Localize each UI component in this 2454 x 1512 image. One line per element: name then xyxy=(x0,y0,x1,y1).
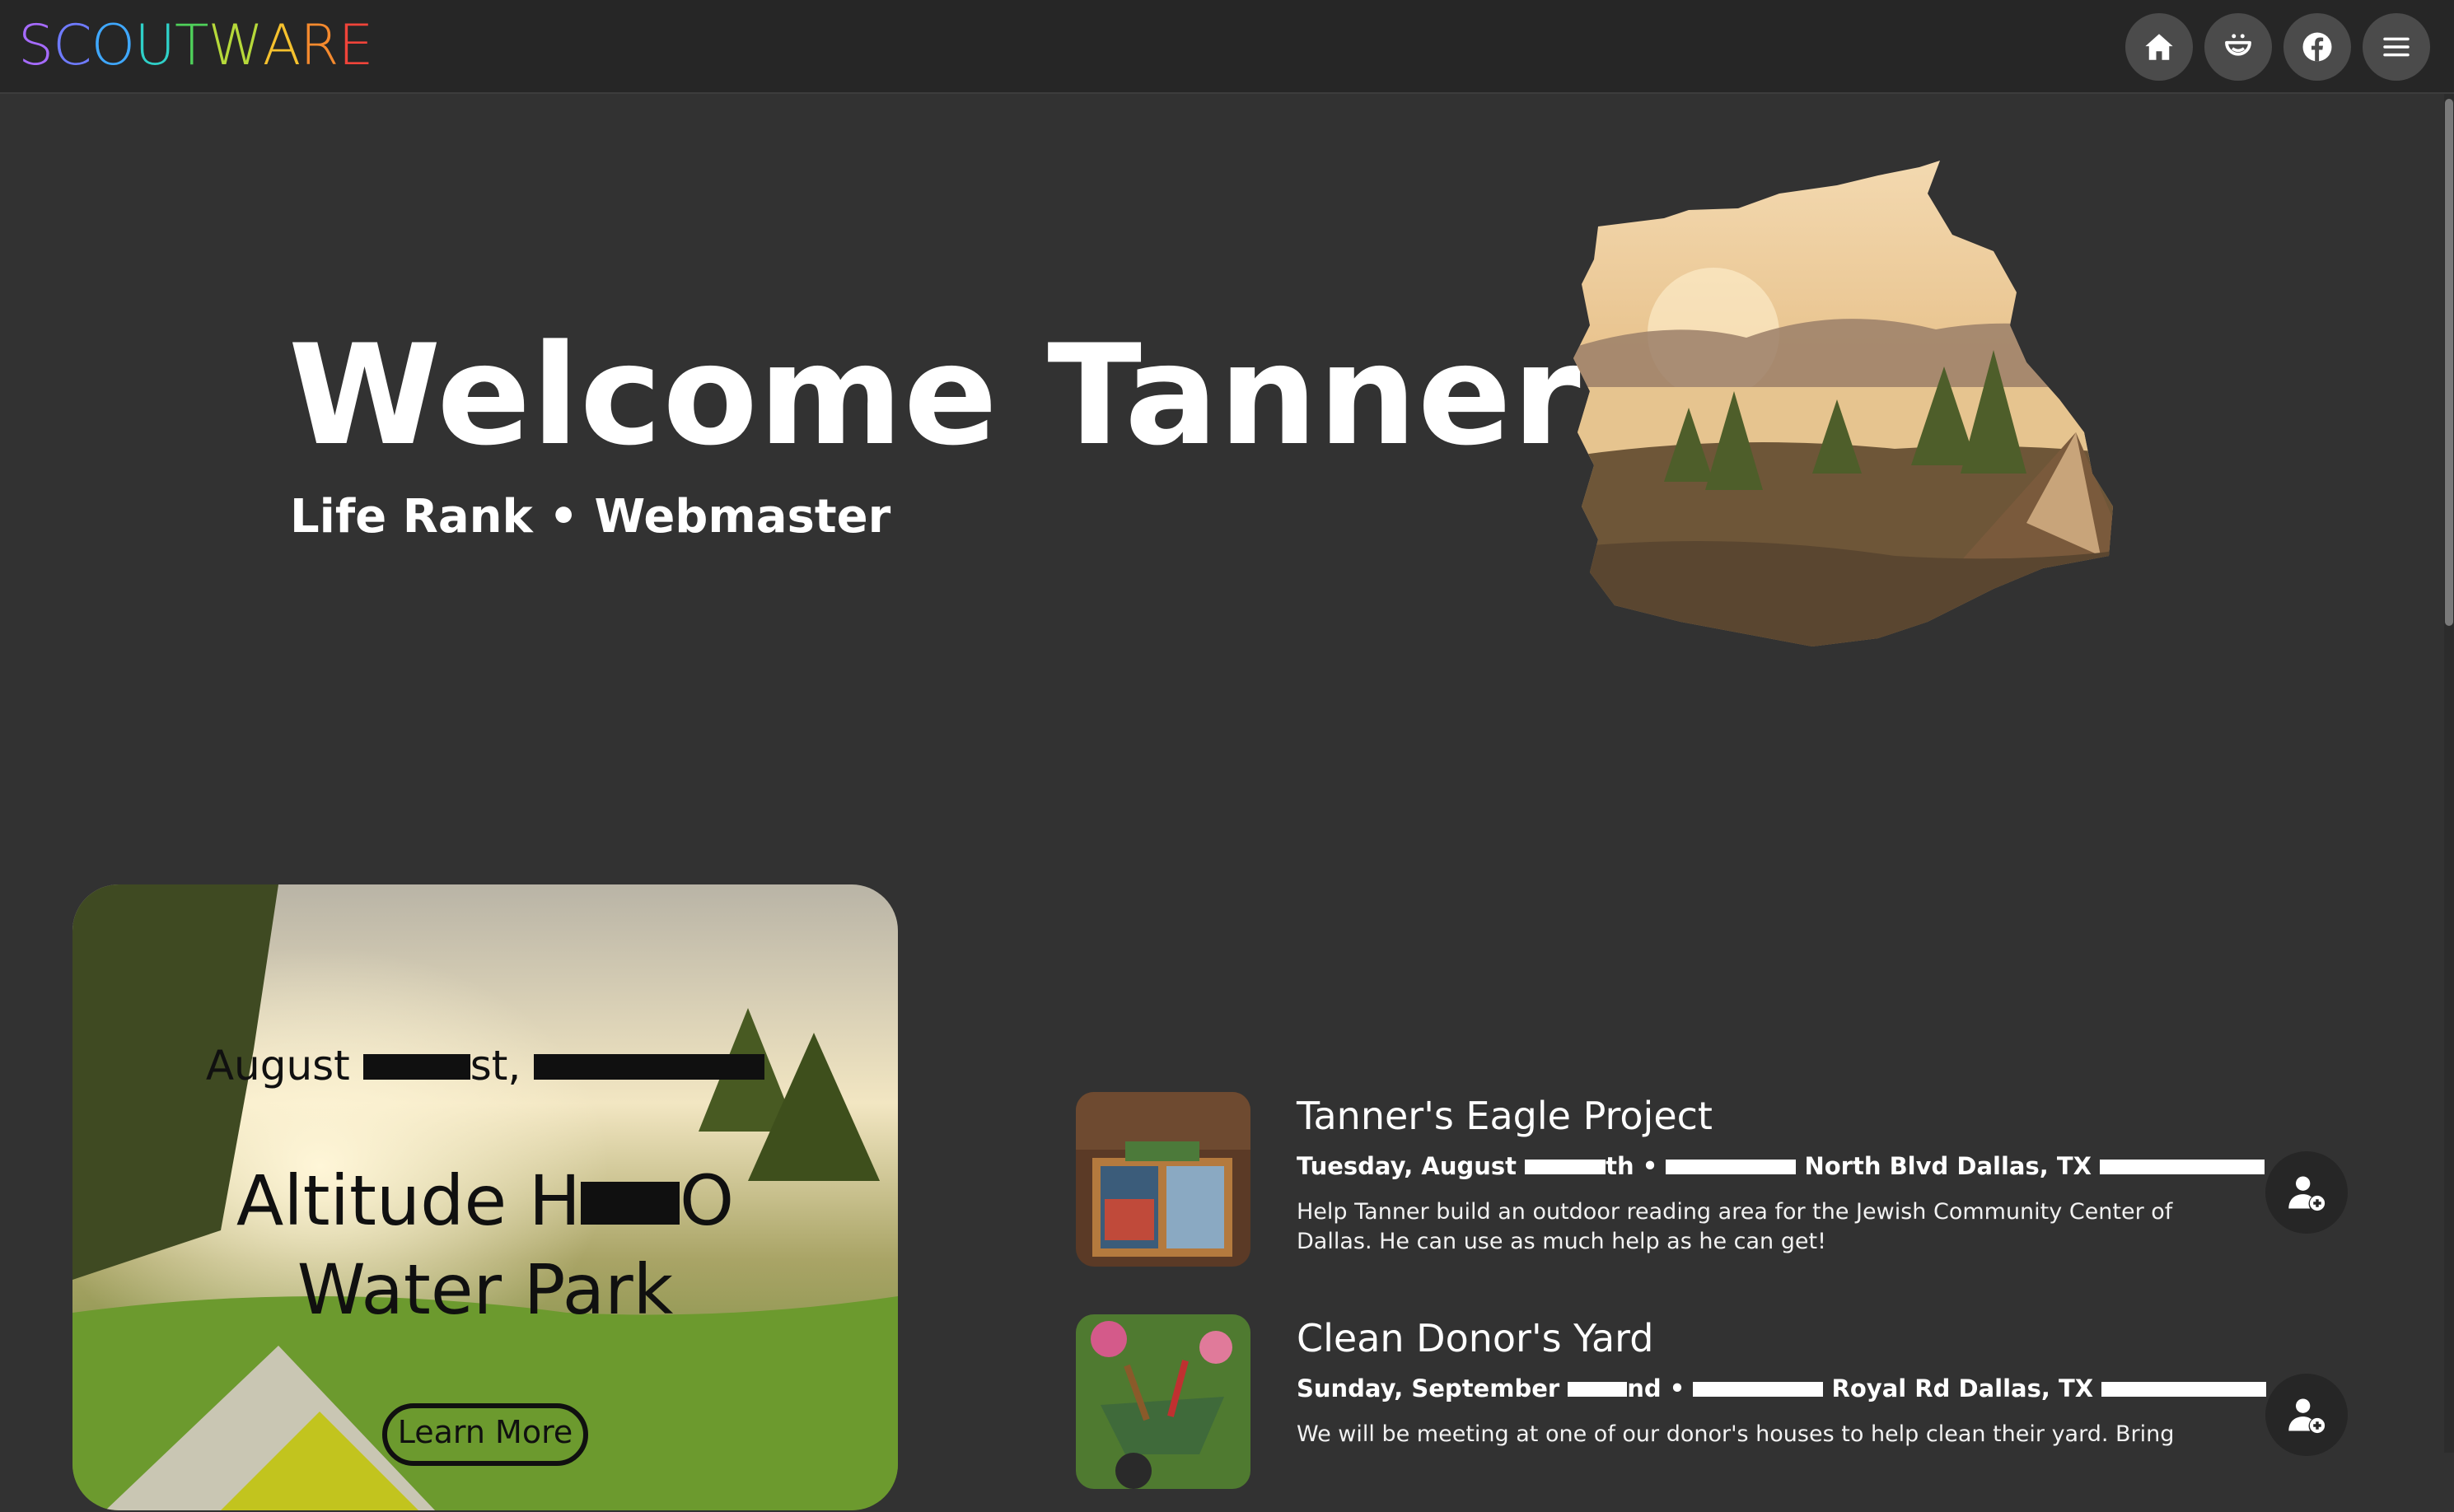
redacted-text xyxy=(581,1181,680,1225)
top-bar: SCOUTWARE xyxy=(0,0,2454,94)
logo-letter: U xyxy=(134,13,175,78)
home-icon xyxy=(2145,34,2173,60)
event-date-suffix: th • xyxy=(1606,1152,1658,1180)
role-label: Webmaster xyxy=(594,490,891,544)
featured-title: Altitude H O Water Park xyxy=(72,1156,898,1334)
featured-date-suffix: st, xyxy=(470,1042,521,1090)
add-user-icon xyxy=(2288,1398,2325,1434)
bookshelf-image xyxy=(1076,1092,1250,1267)
add-user-icon xyxy=(2288,1176,2325,1211)
add-user-button[interactable] xyxy=(2265,1151,2348,1234)
featured-date-month: August xyxy=(205,1042,350,1090)
redacted-text xyxy=(1525,1160,1606,1174)
menu-button[interactable] xyxy=(2363,13,2430,81)
event-description: We will be meeting at one of our donor's… xyxy=(1297,1421,2175,1447)
wheelbarrow-image xyxy=(1076,1314,1250,1489)
event-description: Help Tanner build an outdoor reading are… xyxy=(1297,1199,2173,1254)
event-title[interactable]: Clean Donor's Yard xyxy=(1297,1314,1653,1362)
featured-date: August st, xyxy=(72,1041,898,1090)
home-button[interactable] xyxy=(2125,13,2193,81)
event-meta: Sunday, September nd • Royal Rd Dallas, … xyxy=(1297,1372,2267,1405)
welcome-heading: Welcome Tanner xyxy=(288,315,1582,476)
menu-icon xyxy=(2383,37,2410,57)
smile-icon xyxy=(2225,34,2251,56)
redacted-text xyxy=(362,1054,470,1080)
logo-letter: R xyxy=(300,13,339,78)
featured-event-card[interactable]: August st, Altitude H O Water Park Learn … xyxy=(72,884,898,1510)
event-location: Royal Rd Dallas, TX xyxy=(1831,1374,2094,1402)
facebook-icon xyxy=(2302,32,2332,62)
event-date-suffix: nd • xyxy=(1627,1374,1685,1402)
event-thumbnail xyxy=(1076,1314,1250,1489)
featured-title-line2: Water Park xyxy=(297,1249,674,1330)
event-item[interactable]: Clean Donor's Yard Sunday, September nd … xyxy=(1076,1314,2361,1512)
rank-label: Life Rank xyxy=(290,490,533,544)
smile-button[interactable] xyxy=(2204,13,2272,81)
redacted-text xyxy=(2101,1382,2267,1397)
logo-letter: E xyxy=(338,13,374,78)
redacted-text xyxy=(2100,1160,2265,1174)
separator-dot: • xyxy=(549,490,579,544)
logo-letter: W xyxy=(208,13,264,78)
logo-letter: T xyxy=(174,13,209,78)
event-thumbnail xyxy=(1076,1092,1250,1267)
featured-title-part: O xyxy=(680,1160,735,1241)
learn-more-button[interactable]: Learn More xyxy=(382,1403,588,1466)
event-date: Tuesday, August xyxy=(1297,1152,1517,1180)
logo-letter: S xyxy=(18,13,54,78)
event-item[interactable]: Tanner's Eagle Project Tuesday, August t… xyxy=(1076,1092,2361,1290)
scoutware-logo[interactable]: SCOUTWARE xyxy=(18,13,374,78)
facebook-button[interactable] xyxy=(2283,13,2351,81)
add-user-button[interactable] xyxy=(2265,1374,2348,1456)
redacted-text xyxy=(534,1054,765,1080)
featured-title-part: Altitude H xyxy=(236,1160,581,1241)
redacted-text xyxy=(1666,1160,1797,1174)
event-date: Sunday, September xyxy=(1297,1374,1560,1402)
rank-subtitle: Life Rank • Webmaster xyxy=(290,488,890,546)
scrollbar-thumb[interactable] xyxy=(2445,99,2453,626)
event-location: North Blvd Dallas, TX xyxy=(1804,1152,2092,1180)
event-meta: Tuesday, August th • North Blvd Dallas, … xyxy=(1297,1150,2265,1183)
logo-letter: C xyxy=(53,13,91,78)
event-title[interactable]: Tanner's Eagle Project xyxy=(1297,1092,1713,1140)
logo-letter: A xyxy=(262,13,301,78)
logo-letter: O xyxy=(91,13,136,78)
redacted-text xyxy=(1693,1382,1824,1397)
hero-landscape-image xyxy=(1573,161,2113,646)
redacted-text xyxy=(1568,1382,1628,1397)
